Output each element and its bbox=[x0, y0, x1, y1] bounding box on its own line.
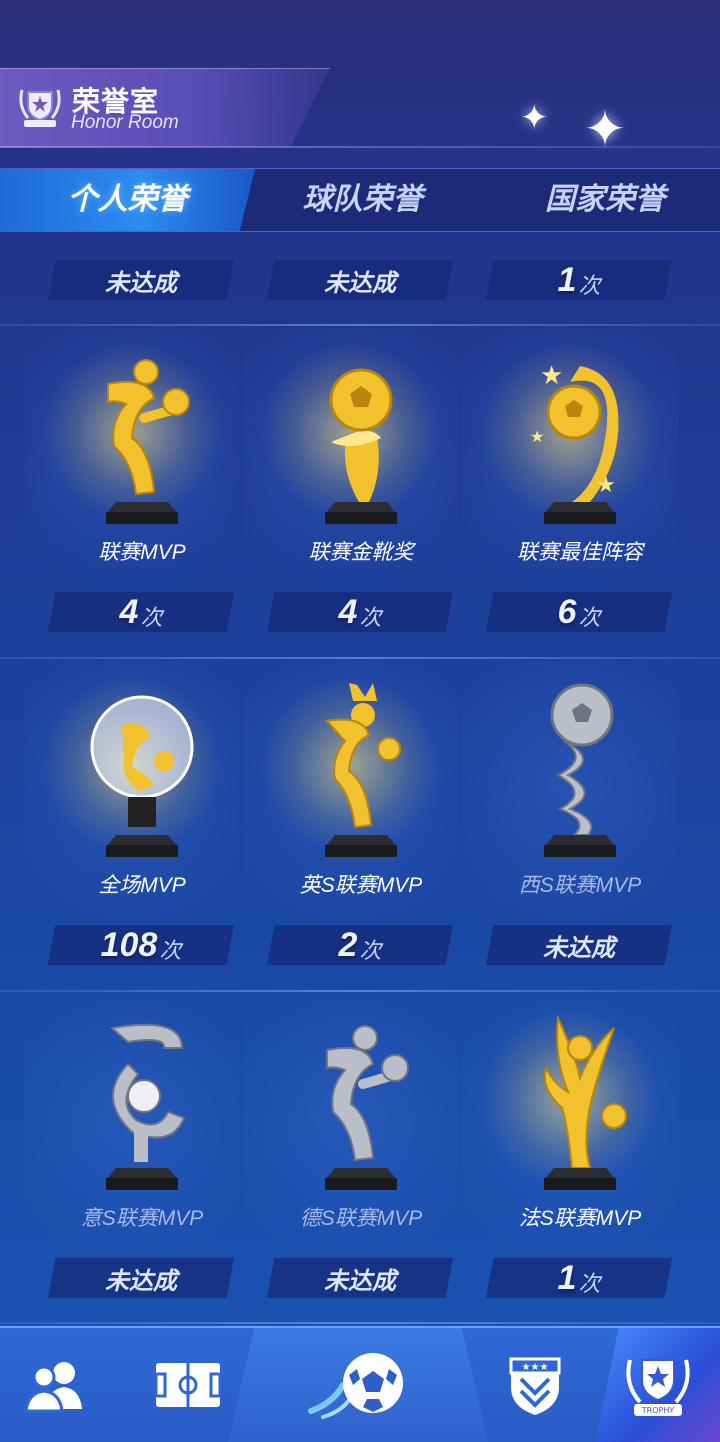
nav-club[interactable]: ★★★ bbox=[480, 1328, 590, 1442]
trophy-badge-icon: TROPHY bbox=[626, 1359, 690, 1416]
count-number: 4 bbox=[338, 592, 358, 631]
row-divider bbox=[0, 657, 720, 659]
trophy-badge-text: TROPHY bbox=[641, 1406, 675, 1415]
count-status: 未达成 bbox=[324, 1267, 396, 1295]
count-number: 6 bbox=[557, 592, 577, 631]
pitch-icon bbox=[154, 1363, 221, 1407]
trophy-name: 全场MVP bbox=[98, 874, 186, 897]
count-box: 4次 bbox=[48, 592, 234, 632]
honor-tabs: 个人荣誉 球队荣誉 国家荣誉 bbox=[0, 168, 720, 232]
count-unit: 次 bbox=[578, 1271, 601, 1296]
club-badge-icon: ★★★ bbox=[509, 1357, 561, 1415]
nav-pitch[interactable] bbox=[130, 1328, 245, 1442]
trophy-name: 联赛最佳阵容 bbox=[517, 541, 643, 564]
count-box: 4次 bbox=[267, 592, 453, 632]
svg-text:★: ★ bbox=[530, 429, 544, 446]
trophy-name: 联赛金靴奖 bbox=[308, 541, 414, 564]
players-icon bbox=[24, 1362, 82, 1413]
count-status: 未达成 bbox=[105, 269, 177, 297]
count-status: 未达成 bbox=[324, 269, 396, 297]
premier-league-mvp-trophy[interactable] bbox=[291, 675, 431, 857]
ligue1-mvp-trophy[interactable] bbox=[510, 1008, 650, 1190]
bottom-nav: ★★★ TROPHY bbox=[0, 1326, 720, 1442]
la-liga-mvp-trophy[interactable] bbox=[510, 675, 650, 857]
count-unit: 次 bbox=[159, 938, 182, 963]
svg-text:★: ★ bbox=[540, 360, 563, 390]
sparkle-icon: ✦ bbox=[520, 99, 549, 137]
tab-team-honor[interactable]: 球队荣誉 bbox=[255, 169, 470, 231]
count-status: 未达成 bbox=[105, 1267, 177, 1295]
trophy-name: 法S联赛MVP bbox=[518, 1207, 642, 1230]
count-box: 未达成 bbox=[48, 260, 234, 300]
count-box: 未达成 bbox=[267, 260, 453, 300]
count-unit: 次 bbox=[578, 605, 601, 630]
honor-emblem-icon bbox=[19, 89, 61, 127]
count-number: 1 bbox=[557, 260, 577, 299]
count-unit: 次 bbox=[140, 605, 163, 630]
count-box: 未达成 bbox=[48, 1258, 234, 1298]
count-unit: 次 bbox=[359, 938, 382, 963]
tab-personal-honor[interactable]: 个人荣誉 bbox=[0, 169, 255, 231]
count-box: 未达成 bbox=[486, 925, 672, 965]
count-box: 未达成 bbox=[267, 1258, 453, 1298]
bundesliga-mvp-trophy[interactable] bbox=[291, 1008, 431, 1190]
svg-text:★: ★ bbox=[596, 472, 616, 497]
serie-a-mvp-trophy[interactable] bbox=[72, 1008, 212, 1190]
count-number: 4 bbox=[119, 592, 139, 631]
count-box: 6次 bbox=[486, 592, 672, 632]
count-unit: 次 bbox=[578, 273, 601, 298]
trophy-name: 联赛MVP bbox=[98, 541, 186, 564]
best-lineup-trophy[interactable]: ★ ★ ★ bbox=[510, 342, 650, 524]
page-subtitle: Honor Room bbox=[71, 112, 179, 133]
count-box: 108 次 bbox=[48, 925, 234, 965]
trophy-name: 意S联赛MVP bbox=[80, 1207, 204, 1230]
tab-national-honor[interactable]: 国家荣誉 bbox=[490, 169, 720, 231]
golden-boot-trophy[interactable] bbox=[291, 342, 431, 524]
nav-honor-room[interactable]: TROPHY bbox=[596, 1328, 720, 1442]
trophy-name: 英S联赛MVP bbox=[299, 874, 423, 897]
count-number: 108 bbox=[100, 925, 158, 964]
nav-players[interactable] bbox=[0, 1328, 110, 1442]
count-unit: 次 bbox=[359, 605, 382, 630]
nav-match[interactable] bbox=[228, 1328, 488, 1442]
count-box: 1次 bbox=[486, 1258, 672, 1298]
row-divider bbox=[0, 1322, 720, 1324]
count-status: 未达成 bbox=[543, 934, 615, 962]
count-box: 1 次 bbox=[486, 260, 672, 300]
row-divider bbox=[0, 990, 720, 992]
match-mvp-trophy[interactable] bbox=[72, 675, 212, 857]
sparkle-icon: ✦ bbox=[584, 101, 626, 157]
row-divider bbox=[0, 324, 720, 326]
count-box: 2次 bbox=[267, 925, 453, 965]
league-mvp-trophy[interactable] bbox=[72, 342, 212, 524]
trophy-name: 西S联赛MVP bbox=[518, 874, 642, 897]
soccer-ball-icon bbox=[308, 1353, 403, 1419]
trophy-name: 德S联赛MVP bbox=[299, 1207, 423, 1230]
count-number: 2 bbox=[338, 925, 358, 964]
svg-text:★★★: ★★★ bbox=[522, 1362, 549, 1373]
count-number: 1 bbox=[557, 1258, 577, 1297]
